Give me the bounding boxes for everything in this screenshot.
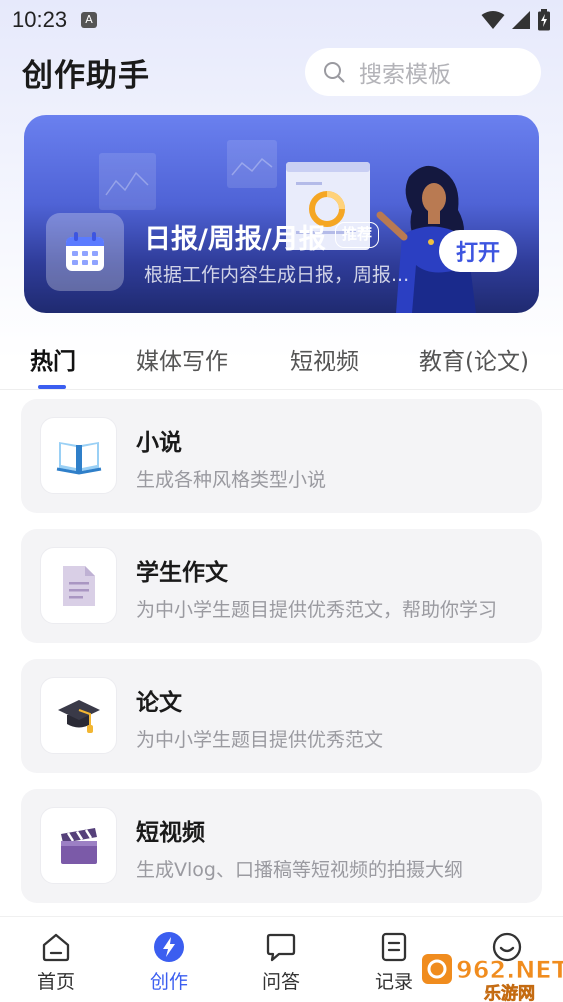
lightning-icon xyxy=(154,932,184,962)
recommended-badge: 推荐 xyxy=(335,222,380,248)
book-icon xyxy=(56,441,101,475)
page-title: 创作助手 xyxy=(22,57,150,94)
search-placeholder: 搜索模板 xyxy=(359,62,451,88)
cellular-signal-icon xyxy=(512,11,530,29)
template-card[interactable]: 论文 为中小学生题目提供优秀范文 xyxy=(21,659,542,773)
status-time: 10:23 xyxy=(12,7,68,32)
card-icon-frame xyxy=(40,677,117,754)
chat-bubble-icon xyxy=(266,933,296,962)
open-button[interactable]: 打开 xyxy=(439,230,517,272)
card-title: 论文 xyxy=(136,690,182,716)
card-icon-frame xyxy=(40,807,117,884)
calendar-app-icon xyxy=(46,213,124,291)
status-bar: 10:23 A xyxy=(0,0,563,40)
watermark-subtext: 乐游网 xyxy=(484,983,535,1002)
card-title: 学生作文 xyxy=(136,560,228,586)
nav-label: 创作 xyxy=(149,971,188,993)
card-title: 短视频 xyxy=(136,820,205,846)
wifi-icon xyxy=(481,11,505,29)
active-tab-indicator xyxy=(38,385,66,389)
tab-hot[interactable]: 热门 xyxy=(30,342,76,376)
card-description: 生成各种风格类型小说 xyxy=(136,469,327,491)
nav-home[interactable]: 首页 xyxy=(11,917,101,1002)
featured-banner[interactable]: 日报/周报/月报 推荐 根据工作内容生成日报，周报... 打开 xyxy=(24,115,539,313)
tab-short-video[interactable]: 短视频 xyxy=(290,342,359,376)
card-icon-frame xyxy=(40,547,117,624)
nav-qa[interactable]: 问答 xyxy=(236,917,326,1002)
card-description: 为中小学生题目提供优秀范文，帮助你学习 xyxy=(136,599,498,621)
card-description: 为中小学生题目提供优秀范文 xyxy=(136,729,384,751)
nav-label: 问答 xyxy=(261,971,300,993)
notification-icon: A xyxy=(81,12,98,28)
nav-create[interactable]: 创作 xyxy=(124,917,214,1002)
tab-education[interactable]: 教育(论文) xyxy=(419,342,529,376)
card-icon-frame xyxy=(40,417,117,494)
template-card[interactable]: 短视频 生成Vlog、口播稿等短视频的拍摄大纲 xyxy=(21,789,542,903)
tab-media-writing[interactable]: 媒体写作 xyxy=(136,342,228,376)
calendar-icon xyxy=(66,232,104,271)
record-icon xyxy=(381,932,407,962)
graduation-cap-icon xyxy=(57,699,100,733)
status-indicators xyxy=(481,9,551,31)
card-title: 小说 xyxy=(136,430,182,456)
document-icon xyxy=(62,565,95,606)
search-icon xyxy=(324,62,345,83)
card-description: 生成Vlog、口播稿等短视频的拍摄大纲 xyxy=(136,859,463,881)
watermark-text: 962.NET xyxy=(456,956,563,984)
site-watermark: 962.NET 乐游网 xyxy=(422,954,563,1002)
template-card[interactable]: 学生作文 为中小学生题目提供优秀范文，帮助你学习 xyxy=(21,529,542,643)
banner-title: 日报/周报/月报 xyxy=(144,224,326,255)
battery-icon xyxy=(538,9,550,31)
app-header: 创作助手 搜索模板 xyxy=(0,44,563,100)
search-input[interactable]: 搜索模板 xyxy=(305,48,541,96)
category-tabs: 热门 媒体写作 短视频 教育(论文) xyxy=(0,330,563,390)
home-icon xyxy=(42,933,70,962)
nav-label: 首页 xyxy=(36,971,75,993)
clapperboard-icon xyxy=(60,827,97,864)
template-card[interactable]: 小说 生成各种风格类型小说 xyxy=(21,399,542,513)
banner-subtitle: 根据工作内容生成日报，周报... xyxy=(144,264,410,286)
